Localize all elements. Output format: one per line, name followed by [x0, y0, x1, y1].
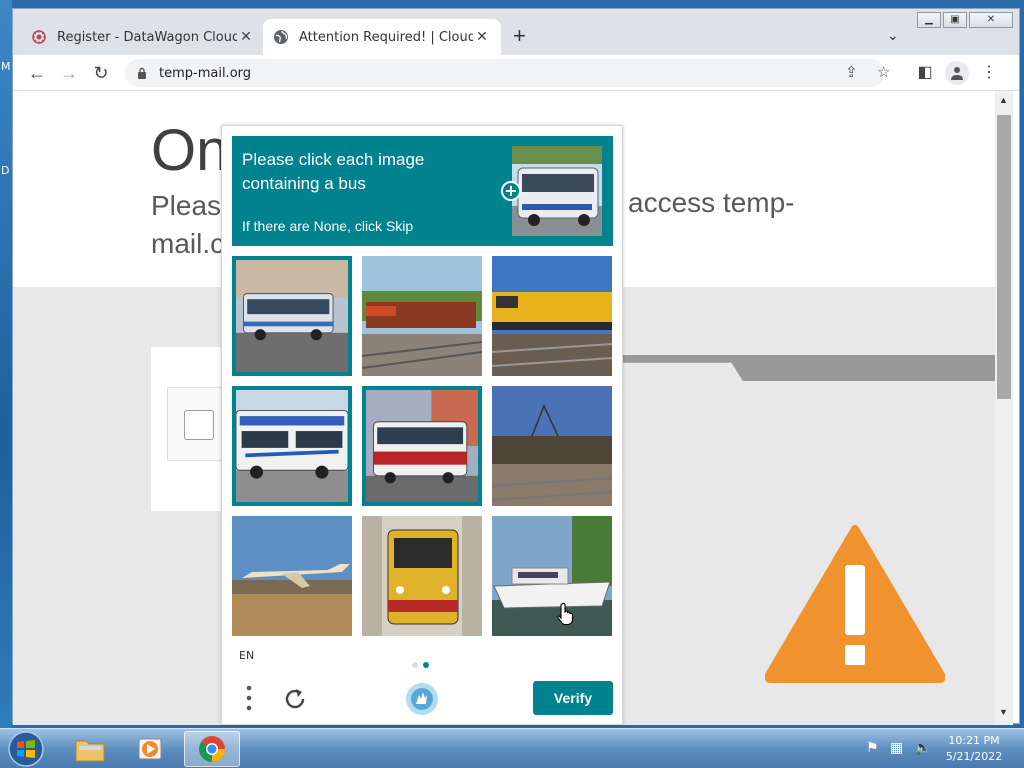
desktop-icon-label[interactable]: D: [1, 164, 9, 177]
tile-image: [232, 516, 352, 636]
close-tab-icon[interactable]: ✕: [237, 29, 255, 45]
captcha-tile-double-decker-bus[interactable]: [362, 386, 482, 506]
refresh-challenge-icon[interactable]: [282, 686, 308, 712]
language-selector[interactable]: EN: [239, 649, 254, 662]
person-icon: [951, 67, 963, 80]
human-checkbox[interactable]: [184, 410, 214, 440]
tile-image: [492, 516, 612, 636]
tile-image: [362, 516, 482, 636]
forward-button[interactable]: →: [57, 61, 81, 85]
datawagon-favicon-icon: [32, 30, 46, 44]
action-center-flag-icon[interactable]: ⚑: [866, 739, 879, 756]
tab-title: Attention Required! | Cloudflare: [299, 29, 473, 45]
tab-cloudflare[interactable]: Attention Required! | Cloudflare ✕: [263, 19, 501, 55]
close-tab-icon[interactable]: ✕: [473, 29, 491, 45]
hcaptcha-logo-icon[interactable]: [405, 682, 439, 716]
address-bar[interactable]: temp-mail.org: [125, 59, 885, 87]
captcha-tile-freight-train[interactable]: [492, 386, 612, 506]
scroll-down-arrow-icon[interactable]: ▼: [999, 707, 1008, 717]
captcha-tile-articulated-bus[interactable]: [232, 386, 352, 506]
tab-title: Register - DataWagon Cloud: [57, 29, 237, 45]
captcha-tile-boat[interactable]: [492, 516, 612, 636]
globe-icon: [274, 30, 288, 44]
sample-bus-image[interactable]: [512, 146, 602, 236]
volume-icon[interactable]: 🔈: [914, 739, 931, 756]
captcha-hint: If there are None, click Skip: [242, 218, 414, 234]
captcha-tile-train-front[interactable]: [362, 516, 482, 636]
system-clock[interactable]: 10:21 PM 5/21/2022: [938, 733, 1010, 765]
side-panel-icon[interactable]: ◧: [913, 61, 937, 85]
taskbar-explorer[interactable]: [62, 731, 118, 767]
scroll-thumb[interactable]: [997, 115, 1011, 399]
clock-date: 5/21/2022: [945, 750, 1003, 763]
bookmark-star-icon[interactable]: ☆: [877, 63, 890, 81]
page-heading: On: [151, 118, 229, 183]
tile-image: [236, 260, 348, 372]
captcha-tile-yellow-locomotive[interactable]: [492, 256, 612, 376]
captcha-header: Please click each image containing a bus…: [232, 136, 613, 246]
expand-sample-icon[interactable]: +: [501, 181, 521, 201]
taskbar-chrome[interactable]: [184, 731, 240, 767]
scroll-up-arrow-icon[interactable]: ▲: [999, 95, 1008, 105]
progress-banner: [613, 355, 995, 381]
clock-time: 10:21 PM: [948, 734, 1000, 747]
share-icon[interactable]: ⇪: [845, 63, 858, 81]
desktop-icon-label[interactable]: M: [1, 60, 11, 73]
kebab-menu-icon[interactable]: ⋮: [977, 61, 1001, 85]
verify-button[interactable]: Verify: [533, 681, 613, 715]
vertical-scrollbar[interactable]: ▲ ▼: [995, 91, 1013, 725]
back-button[interactable]: ←: [25, 61, 49, 85]
profile-avatar-icon[interactable]: [945, 61, 969, 85]
captcha-menu-icon[interactable]: [244, 684, 254, 712]
captcha-tile-red-train[interactable]: [362, 256, 482, 376]
folder-icon: [75, 740, 105, 762]
captcha-tile-city-bus[interactable]: [232, 256, 352, 376]
tab-search-chevron-icon[interactable]: ⌄: [887, 27, 899, 44]
warning-icon: [765, 525, 945, 683]
tile-image: [362, 256, 482, 376]
page-dot[interactable]: [412, 662, 418, 668]
tile-image: [492, 386, 612, 506]
media-player-icon: [138, 738, 162, 760]
captcha-image-grid: [232, 256, 612, 636]
taskbar-media-player[interactable]: [122, 731, 178, 767]
lock-icon: [138, 67, 146, 79]
desktop-background: [0, 0, 12, 728]
tile-image: [236, 390, 348, 502]
reload-button[interactable]: ↻: [89, 61, 113, 85]
tile-image: [492, 256, 612, 376]
taskbar: ⚑ ▦ 🔈 10:21 PM 5/21/2022: [0, 728, 1024, 768]
browser-toolbar: ← → ↻ temp-mail.org ⇪ ☆ ◧ ⋮: [13, 55, 1019, 91]
captcha-dialog: Please click each image containing a bus…: [221, 125, 623, 725]
start-button[interactable]: [6, 730, 46, 768]
chrome-icon: [199, 736, 225, 762]
close-window-button[interactable]: ✕: [969, 12, 1013, 28]
page-indicator: [412, 655, 434, 673]
minimize-button[interactable]: ▁: [917, 12, 941, 28]
network-icon[interactable]: ▦: [890, 739, 903, 756]
captcha-prompt: Please click each image containing a bus: [242, 150, 425, 193]
new-tab-button[interactable]: +: [513, 25, 526, 47]
subtitle-right: access temp-: [628, 187, 795, 218]
maximize-button[interactable]: ▣: [943, 12, 967, 28]
hand-cursor-icon: [557, 602, 574, 626]
tab-strip: Register - DataWagon Cloud ✕ Attention R…: [13, 9, 1019, 55]
url-text: temp-mail.org: [159, 65, 252, 81]
captcha-tile-airplane[interactable]: [232, 516, 352, 636]
page-dot[interactable]: [423, 662, 429, 668]
tab-register[interactable]: Register - DataWagon Cloud ✕: [21, 19, 265, 55]
tile-image: [366, 390, 478, 502]
